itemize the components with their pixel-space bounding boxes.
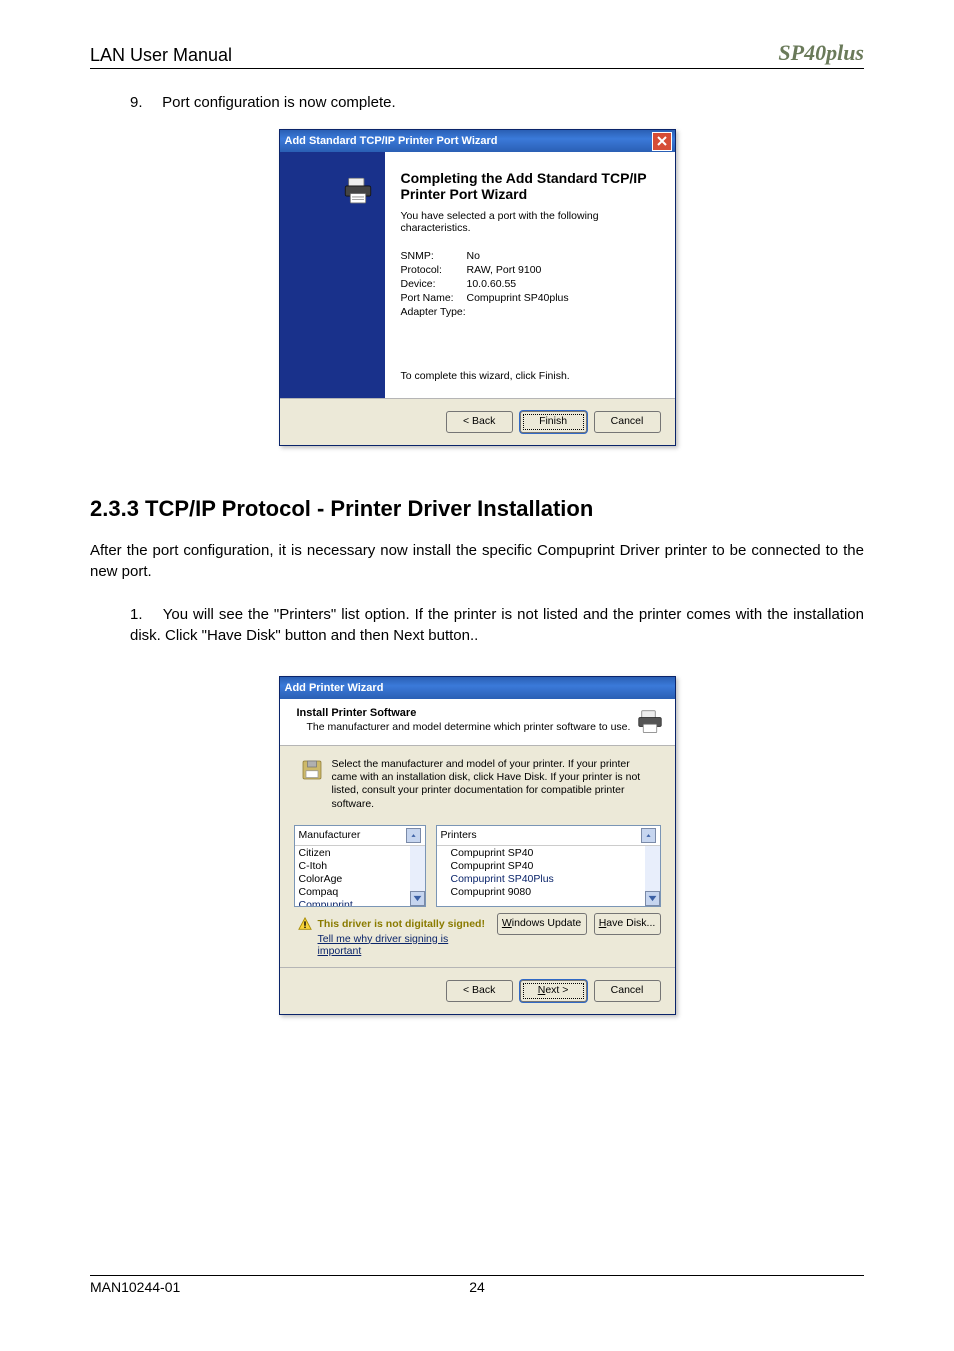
portname-value: Compuprint SP40plus (467, 292, 569, 304)
step-1-text: You will see the "Printers" list option.… (130, 606, 864, 644)
step-9-line: 9. Port configuration is now complete. (130, 94, 864, 111)
section-paragraph: After the port configuration, it is nece… (90, 540, 864, 582)
footer-doc-id: MAN10244-01 (90, 1279, 180, 1295)
list-item[interactable]: Compuprint (299, 899, 408, 906)
port-wizard-heading: Completing the Add Standard TCP/IP Print… (401, 170, 659, 202)
printers-listbox[interactable]: Printers Compuprint SP40 Compuprint SP40… (436, 825, 661, 907)
list-item[interactable]: Citizen (299, 847, 408, 860)
install-software-sub: The manufacturer and model determine whi… (307, 721, 631, 733)
printer-icon (635, 707, 665, 740)
printers-header: Printers (441, 829, 477, 841)
windows-update-button[interactable]: Windows Update (497, 913, 587, 935)
port-wizard-titlebar: Add Standard TCP/IP Printer Port Wizard (280, 130, 675, 152)
port-wizard-dialog: Add Standard TCP/IP Printer Port Wizard (279, 129, 676, 446)
install-software-title: Install Printer Software (297, 707, 631, 719)
disk-icon (300, 758, 324, 811)
step-1-line: 1. You will see the "Printers" list opti… (130, 604, 864, 646)
section-heading: 2.3.3 TCP/IP Protocol - Printer Driver I… (90, 496, 864, 522)
add-printer-dialog: Add Printer Wizard Install Printer Softw… (279, 676, 676, 1015)
protocol-label: Protocol: (401, 264, 467, 276)
snmp-label: SNMP: (401, 250, 467, 262)
back-button[interactable]: < Back (446, 411, 513, 433)
step-9-number: 9. (130, 94, 158, 111)
printer-icon (341, 174, 375, 211)
list-item[interactable]: ColorAge (299, 873, 408, 886)
brand-logo: SP40plus (778, 40, 864, 66)
list-item[interactable]: C-Itoh (299, 860, 408, 873)
cancel-button[interactable]: Cancel (594, 980, 661, 1002)
next-button[interactable]: Next > (520, 980, 587, 1002)
port-wizard-summary: SNMP:No Protocol:RAW, Port 9100 Device:1… (401, 250, 659, 318)
manufacturer-header: Manufacturer (299, 829, 361, 841)
footer-page-number: 24 (469, 1279, 485, 1295)
step-9-text: Port configuration is now complete. (162, 94, 395, 111)
scroll-down-icon[interactable] (645, 891, 660, 906)
port-wizard-title: Add Standard TCP/IP Printer Port Wizard (285, 135, 498, 147)
warning-icon (298, 917, 312, 931)
driver-sign-link[interactable]: Tell me why driver signing is important (318, 933, 493, 957)
port-wizard-side-panel (280, 152, 385, 398)
add-printer-title: Add Printer Wizard (285, 682, 384, 694)
list-item[interactable]: Compuprint 9080 (451, 886, 643, 899)
list-item[interactable]: Compaq (299, 886, 408, 899)
step-1-number: 1. (130, 604, 158, 625)
scroll-up-icon[interactable] (406, 828, 421, 843)
add-printer-titlebar: Add Printer Wizard (280, 677, 675, 699)
list-item[interactable]: Compuprint SP40 (451, 860, 643, 873)
install-software-info: Select the manufacturer and model of you… (332, 758, 657, 811)
port-wizard-subtext: You have selected a port with the follow… (401, 210, 659, 234)
driver-sign-warning: This driver is not digitally signed! (318, 918, 485, 930)
have-disk-button[interactable]: Have Disk... (594, 913, 661, 935)
list-item[interactable]: Compuprint SP40 (451, 847, 643, 860)
port-wizard-finish-note: To complete this wizard, click Finish. (401, 370, 659, 382)
manufacturer-listbox[interactable]: Manufacturer Citizen C-Itoh ColorAge Com… (294, 825, 426, 907)
cancel-button[interactable]: Cancel (594, 411, 661, 433)
scroll-down-icon[interactable] (410, 891, 425, 906)
back-button[interactable]: < Back (446, 980, 513, 1002)
protocol-value: RAW, Port 9100 (467, 264, 542, 276)
finish-button[interactable]: Finish (520, 411, 587, 433)
snmp-value: No (467, 250, 480, 262)
device-label: Device: (401, 278, 467, 290)
page-header-title: LAN User Manual (90, 45, 232, 66)
close-icon[interactable] (652, 132, 672, 151)
scroll-up-icon[interactable] (641, 828, 656, 843)
adapter-label: Adapter Type: (401, 306, 467, 318)
portname-label: Port Name: (401, 292, 467, 304)
device-value: 10.0.60.55 (467, 278, 517, 290)
list-item[interactable]: Compuprint SP40Plus (451, 873, 643, 886)
